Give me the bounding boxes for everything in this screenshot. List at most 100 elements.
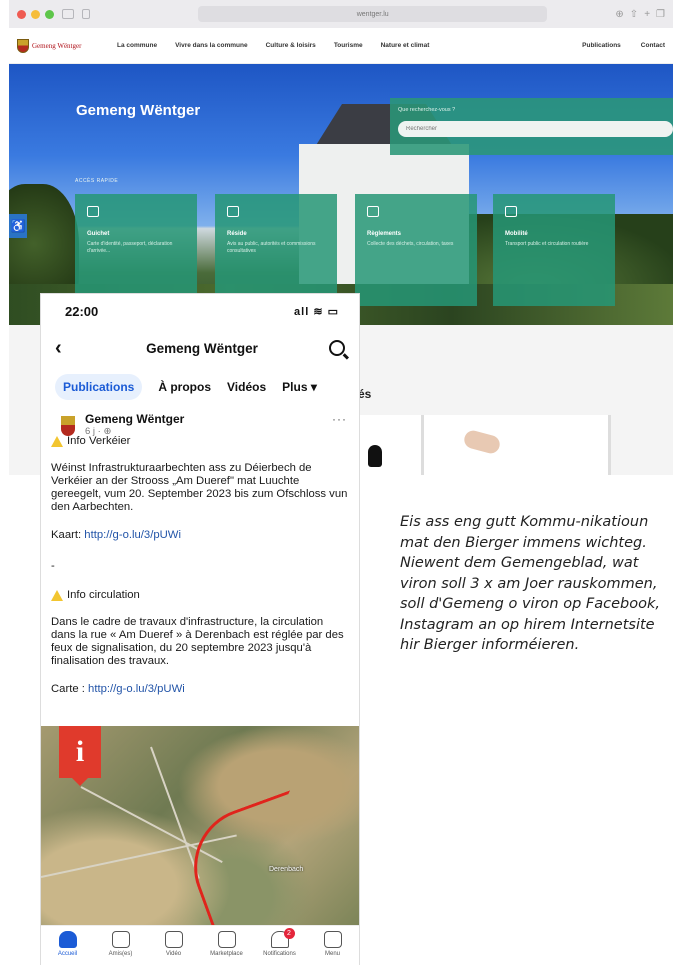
new-tab-icon[interactable]: + bbox=[644, 9, 650, 20]
news-card[interactable] bbox=[421, 415, 611, 475]
minimize-window-icon[interactable] bbox=[31, 9, 40, 19]
quick-tile-reglements[interactable]: Règlements Collecte des déchets, circula… bbox=[355, 194, 477, 306]
close-window-icon[interactable] bbox=[17, 9, 26, 19]
map-label: Kaart: bbox=[51, 529, 82, 541]
news-card[interactable] bbox=[354, 415, 422, 475]
back-arrow-icon[interactable] bbox=[82, 9, 90, 19]
post-body: Info Verkéier Wéinst Infrastrukturaarbec… bbox=[41, 435, 359, 696]
info-pin-icon: i bbox=[59, 726, 101, 786]
tile-title: Réside bbox=[227, 231, 247, 237]
download-icon[interactable]: ⊕ bbox=[615, 9, 623, 20]
tile-subtitle: Avis au public, autorités et commissions… bbox=[227, 241, 316, 254]
tab-accueil[interactable]: Accueil bbox=[42, 931, 94, 957]
nav-item-contact[interactable]: Contact bbox=[641, 42, 665, 49]
tab-video[interactable]: Vidéo bbox=[148, 931, 200, 957]
notification-badge: 2 bbox=[283, 928, 295, 939]
quick-tile-guichet[interactable]: Guichet Carte d'identité, passeport, déc… bbox=[75, 194, 197, 306]
back-chevron-icon[interactable]: ‹ bbox=[55, 337, 75, 360]
site-search-panel: Que recherchez-vous ? bbox=[390, 98, 673, 155]
tab-notifications[interactable]: 2 Notifications bbox=[254, 928, 306, 957]
tab-label: Notifications bbox=[263, 951, 296, 957]
tab-label: Amis(es) bbox=[108, 951, 133, 957]
folder-icon bbox=[367, 206, 379, 217]
page-header: ‹ Gemeng Wëntger bbox=[41, 328, 359, 368]
tile-title: Guichet bbox=[87, 231, 110, 237]
nav-item-commune[interactable]: La commune bbox=[117, 42, 157, 49]
status-bar: 22:00 all ≋ ▭ bbox=[41, 294, 359, 328]
map-link[interactable]: http://g-o.lu/3/pUWi bbox=[84, 529, 181, 541]
home-icon bbox=[58, 931, 77, 948]
map-link-line-fr: Carte : http://g-o.lu/3/pUWi bbox=[51, 683, 349, 696]
hero-title: Gemeng Wëntger bbox=[76, 102, 201, 119]
bottom-tab-bar: Accueil Amis(es) Vidéo Marketplace 2 Not… bbox=[41, 925, 359, 965]
tab-label: Vidéo bbox=[165, 951, 182, 957]
page-tabs: Publications À propos Vidéos Plus ▾ bbox=[41, 368, 359, 408]
tile-subtitle: Collecte des déchets, circulation, taxes bbox=[367, 241, 454, 247]
quick-tile-mobilite[interactable]: Mobilité Transport public et circulation… bbox=[493, 194, 615, 306]
building-icon bbox=[87, 206, 99, 217]
tile-title: Mobilité bbox=[505, 231, 528, 237]
nav-item-vivre[interactable]: Vivre dans la commune bbox=[175, 42, 248, 49]
share-icon[interactable]: ⇧ bbox=[630, 9, 638, 20]
window-controls[interactable] bbox=[17, 9, 54, 19]
site-logo-text: Gemeng Wëntger bbox=[32, 41, 82, 50]
menu-icon bbox=[323, 931, 342, 948]
tab-publications[interactable]: Publications bbox=[55, 374, 143, 400]
sidebar-toggle-icon[interactable] bbox=[62, 9, 74, 19]
friends-icon bbox=[111, 931, 130, 948]
browser-toolbar: wentger.lu ⊕ ⇧ + ❐ bbox=[9, 0, 673, 28]
warning-icon bbox=[51, 590, 63, 601]
accessibility-icon[interactable]: ♿ bbox=[9, 214, 27, 238]
post-heading-fr: Info circulation bbox=[51, 589, 349, 602]
post-header: Gemeng Wëntger 6 j · ⊕ ··· bbox=[41, 408, 359, 437]
address-bar[interactable]: wentger.lu bbox=[198, 6, 548, 22]
tab-label: Marketplace bbox=[210, 951, 243, 957]
site-navigation: Gemeng Wëntger La commune Vivre dans la … bbox=[9, 28, 673, 64]
tile-title: Règlements bbox=[367, 231, 402, 237]
nav-item-culture[interactable]: Culture & loisirs bbox=[266, 42, 316, 49]
warning-icon bbox=[51, 436, 63, 447]
facebook-phone-screenshot: 22:00 all ≋ ▭ ‹ Gemeng Wëntger Publicati… bbox=[41, 294, 359, 965]
search-label: Que recherchez-vous ? bbox=[398, 107, 456, 113]
nav-item-publications[interactable]: Publications bbox=[582, 42, 621, 49]
car-icon bbox=[505, 206, 517, 217]
nav-item-nature[interactable]: Nature et climat bbox=[381, 42, 430, 49]
post-text-fr: Dans le cadre de travaux d'infrastructur… bbox=[51, 616, 344, 667]
post-map-image[interactable]: i Derenbach bbox=[41, 726, 359, 926]
separator: - bbox=[51, 560, 55, 572]
page-title: Gemeng Wëntger bbox=[146, 340, 258, 356]
nav-item-tourisme[interactable]: Tourisme bbox=[334, 42, 363, 49]
tab-a-propos[interactable]: À propos bbox=[158, 380, 211, 394]
quick-access-label: ACCÈS RAPIDE bbox=[75, 178, 119, 184]
search-icon[interactable] bbox=[329, 340, 345, 356]
tab-amis[interactable]: Amis(es) bbox=[95, 931, 147, 957]
map-link[interactable]: http://g-o.lu/3/pUWi bbox=[88, 683, 185, 695]
tab-videos[interactable]: Vidéos bbox=[227, 380, 266, 394]
tab-menu[interactable]: Menu bbox=[307, 931, 359, 957]
tile-subtitle: Carte d'identité, passeport, déclaration… bbox=[87, 241, 173, 254]
route-line bbox=[177, 790, 345, 926]
more-options-icon[interactable]: ··· bbox=[332, 412, 347, 426]
url-text: wentger.lu bbox=[356, 10, 389, 18]
signal-wifi-battery-icon: all ≋ ▭ bbox=[294, 305, 339, 318]
quick-tile-reside[interactable]: Réside Avis au public, autorités et comm… bbox=[215, 194, 337, 306]
tabs-overview-icon[interactable]: ❐ bbox=[656, 9, 665, 20]
avatar[interactable] bbox=[61, 416, 75, 436]
post-heading-lu: Info Verkéier bbox=[51, 435, 349, 448]
post-text-lu: Wéinst Infrastrukturaarbechten ass zu Dé… bbox=[51, 462, 348, 513]
document-icon bbox=[227, 206, 239, 217]
secondary-menu: Publications Contact bbox=[582, 42, 665, 49]
post-author[interactable]: Gemeng Wëntger bbox=[85, 412, 184, 426]
site-logo[interactable]: Gemeng Wëntger bbox=[17, 38, 117, 53]
road bbox=[150, 746, 200, 879]
coat-of-arms-icon bbox=[17, 38, 29, 53]
heading-text: Info circulation bbox=[67, 589, 140, 601]
clock: 22:00 bbox=[65, 303, 99, 319]
site-search-input[interactable] bbox=[398, 121, 673, 137]
tab-marketplace[interactable]: Marketplace bbox=[201, 931, 253, 957]
tile-subtitle: Transport public et circulation routière bbox=[505, 241, 589, 247]
tab-plus[interactable]: Plus ▾ bbox=[282, 380, 317, 394]
person-icon bbox=[368, 445, 382, 467]
hero-banner: Gemeng Wëntger Que recherchez-vous ? ♿ A… bbox=[9, 64, 673, 325]
maximize-window-icon[interactable] bbox=[45, 9, 54, 19]
